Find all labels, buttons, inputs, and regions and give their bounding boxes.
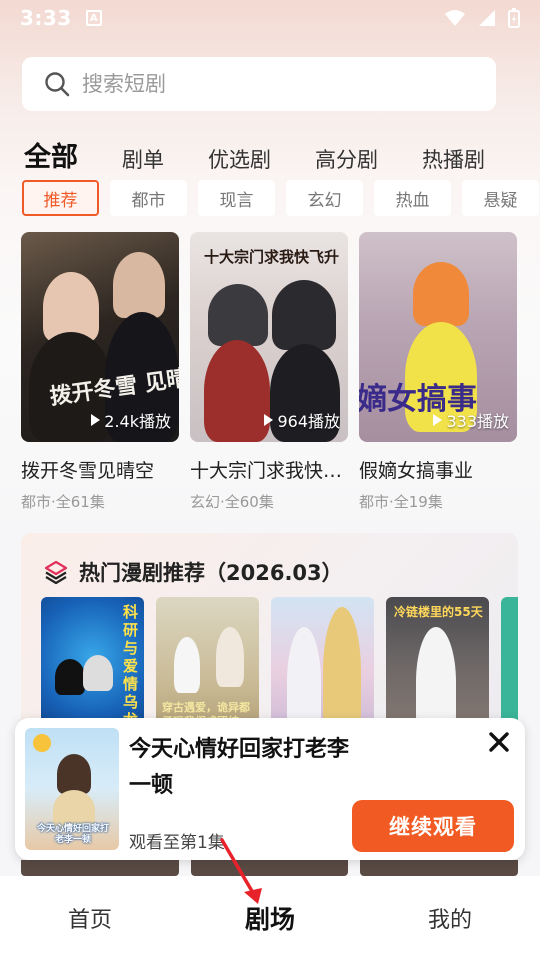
continue-watching-button[interactable]: 继续观看 (352, 800, 514, 852)
sun-icon (33, 734, 51, 752)
chip-mystery[interactable]: 悬疑 (462, 180, 539, 216)
cover-figure (55, 659, 85, 695)
cover-figure (113, 252, 165, 318)
play-count: 333播放 (433, 408, 509, 432)
close-icon[interactable] (487, 730, 511, 754)
popup-title: 今天心情好回家打老李一顿 (129, 737, 350, 798)
chip-fantasy[interactable]: 玄幻 (286, 180, 363, 216)
wifi-icon (445, 10, 465, 26)
hot-comics-header: 热门漫剧推荐（2026.03） (43, 557, 343, 587)
search-icon (45, 72, 70, 97)
play-icon (91, 414, 101, 426)
tab-hot[interactable]: 热播剧 (422, 144, 485, 174)
drama-meta: 都市·全19集 (359, 493, 443, 511)
nav-home[interactable]: 首页 (30, 902, 150, 934)
chip-urban[interactable]: 都市 (110, 180, 187, 216)
drama-meta: 玄幻·全60集 (190, 493, 274, 511)
drama-cover[interactable]: 嫡女搞事 333播放 (359, 232, 517, 442)
drama-card[interactable]: 拨开冬雪 见晴空 2.4k播放 拨开冬雪见晴空 都市·全61集 (21, 232, 179, 512)
watch-progress: 观看至第1集 (129, 833, 225, 853)
comic-cover-text: 科研与爱情乌龙 (123, 603, 139, 729)
status-time: 3:33 (20, 6, 72, 30)
drama-card[interactable]: 十大宗门求我快飞升 964播放 十大宗门求我快… 玄幻·全60集 (190, 232, 348, 512)
genre-chips: 推荐 都市 现言 玄幻 热血 悬疑 (22, 180, 540, 216)
tab-selected[interactable]: 优选剧 (208, 144, 271, 174)
cover-figure (272, 280, 336, 350)
cover-figure (174, 637, 200, 693)
drama-title[interactable]: 假嫡女搞事业 (359, 456, 517, 483)
content-behind-popup (21, 860, 519, 876)
cover-figure (204, 340, 270, 442)
comic-cover-text: 冷链楼里的55天 (394, 605, 483, 619)
thumb-title-text: 今天心情好回家打老李一顿 (36, 824, 109, 845)
tab-high-score[interactable]: 高分剧 (315, 144, 378, 174)
cover-figure (57, 754, 91, 794)
cover-figure (208, 284, 268, 346)
drama-cover[interactable]: 拨开冬雪 见晴空 2.4k播放 (21, 232, 179, 442)
drama-meta: 都市·全61集 (21, 493, 105, 511)
bottom-nav: 首页 剧场 我的 (0, 876, 540, 960)
chip-action[interactable]: 热血 (374, 180, 451, 216)
play-icon (433, 414, 443, 426)
search-input[interactable] (82, 72, 462, 96)
cover-figure (413, 262, 469, 326)
tab-drama-list[interactable]: 剧单 (122, 144, 164, 174)
tab-all[interactable]: 全部 (24, 135, 78, 174)
status-icons (444, 8, 520, 28)
layers-icon (44, 560, 68, 585)
category-tabs: 全部 剧单 优选剧 高分剧 热播剧 (24, 134, 540, 174)
play-count: 964播放 (264, 408, 340, 432)
nav-mine[interactable]: 我的 (390, 902, 510, 934)
cover-figure (83, 655, 113, 691)
cover-title-text: 十大宗门求我快飞升 (204, 248, 340, 266)
signal-icon (479, 10, 495, 26)
chip-modern-romance[interactable]: 现言 (198, 180, 275, 216)
drama-title[interactable]: 十大宗门求我快… (190, 456, 348, 483)
play-icon (264, 414, 274, 426)
search-bar[interactable] (22, 57, 496, 111)
drama-card[interactable]: 嫡女搞事 333播放 假嫡女搞事业 都市·全19集 (359, 232, 517, 512)
cover-figure (216, 627, 244, 687)
drama-cover[interactable]: 十大宗门求我快飞升 964播放 (190, 232, 348, 442)
chip-recommend[interactable]: 推荐 (22, 180, 99, 216)
continue-watching-popup: 今天心情好回家打老李一顿 今天心情好回家打老李一顿 观看至第1集 继续观看 (15, 718, 525, 860)
status-bar: 3:33 A (0, 0, 540, 36)
popup-thumbnail[interactable]: 今天心情好回家打老李一顿 (25, 728, 119, 850)
hot-comics-title: 热门漫剧推荐（2026.03） (79, 561, 343, 585)
notification-a-icon: A (85, 10, 102, 26)
nav-theater[interactable]: 剧场 (210, 900, 330, 936)
drama-title[interactable]: 拨开冬雪见晴空 (21, 456, 179, 483)
drama-grid: 拨开冬雪 见晴空 2.4k播放 拨开冬雪见晴空 都市·全61集 十大宗门求我快飞… (21, 232, 540, 512)
play-count: 2.4k播放 (91, 408, 171, 432)
battery-icon (508, 8, 520, 28)
